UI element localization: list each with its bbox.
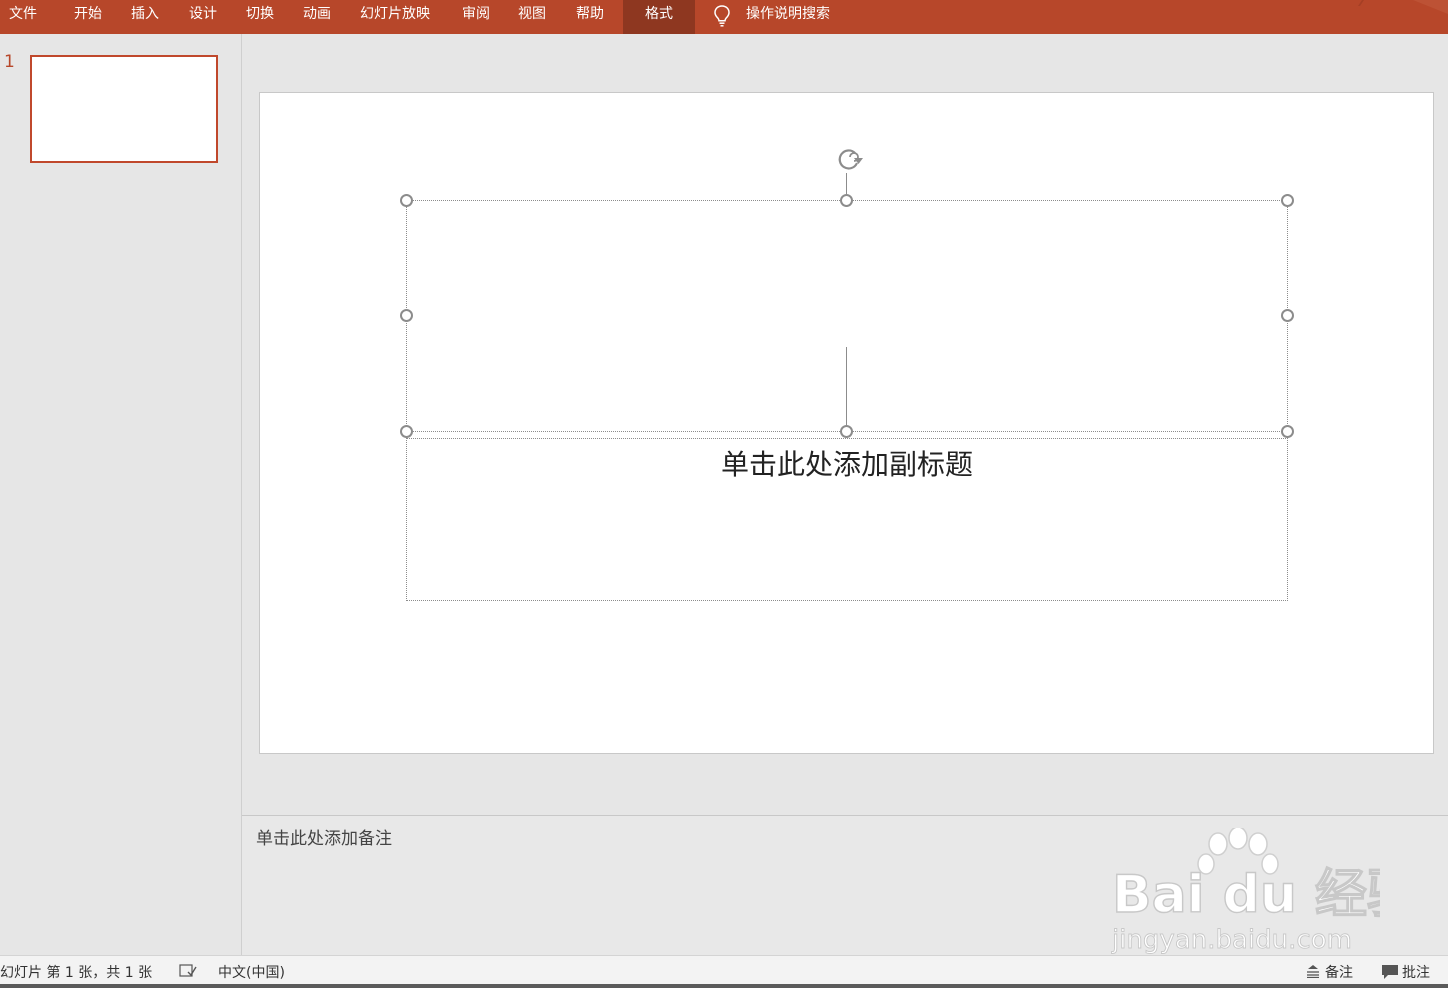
ribbon-tab-bar: 文件 开始 插入 设计 切换 动画 幻灯片放映 审阅 视图 帮助 格式 操作说明… [0, 0, 1448, 34]
language-status[interactable]: 中文(中国) [218, 962, 285, 982]
tab-view[interactable]: 视图 [518, 0, 546, 34]
ribbon-corner-decoration [1358, 0, 1448, 14]
notes-toggle-button[interactable]: 备注 [1325, 962, 1353, 982]
slide-editor[interactable]: 单击此处添加副标题 [242, 34, 1448, 814]
tab-format[interactable]: 格式 [623, 0, 695, 34]
watermark-brand: Bai du 经验 [1112, 865, 1380, 925]
slide-thumbnail-pane[interactable]: 1 [0, 34, 242, 955]
tab-transitions[interactable]: 切换 [246, 0, 274, 34]
subtitle-placeholder-text[interactable]: 单击此处添加副标题 [407, 443, 1287, 483]
tell-me-search[interactable]: 操作说明搜索 [746, 0, 830, 34]
rotate-icon[interactable] [833, 145, 867, 173]
slide-canvas[interactable]: 单击此处添加副标题 [259, 92, 1434, 754]
baidu-jingyan-watermark: Bai du 经验 jingyan.baidu.com [1111, 828, 1380, 955]
tab-review[interactable]: 审阅 [462, 0, 490, 34]
resize-handle-bottom[interactable] [840, 425, 853, 438]
tab-animations[interactable]: 动画 [303, 0, 331, 34]
subtitle-placeholder-box[interactable]: 单击此处添加副标题 [406, 438, 1288, 601]
notes-placeholder[interactable]: 单击此处添加备注 [256, 824, 392, 849]
resize-handle-right[interactable] [1281, 309, 1294, 322]
notes-icon[interactable] [1306, 964, 1320, 978]
tab-home[interactable]: 开始 [74, 0, 102, 34]
tab-insert[interactable]: 插入 [131, 0, 159, 34]
thumbnail-number: 1 [4, 52, 15, 72]
resize-handle-top-left[interactable] [400, 194, 413, 207]
watermark-url: jingyan.baidu.com [1111, 925, 1352, 955]
comment-icon[interactable] [1381, 964, 1399, 980]
resize-handle-bottom-right[interactable] [1281, 425, 1294, 438]
spellcheck-icon[interactable] [179, 963, 197, 979]
tab-help[interactable]: 帮助 [576, 0, 604, 34]
slide-count-status: 幻灯片 第 1 张，共 1 张 [0, 965, 153, 981]
text-cursor [846, 347, 847, 429]
taskbar-edge [0, 984, 1448, 988]
resize-handle-left[interactable] [400, 309, 413, 322]
status-bar: 幻灯片 第 1 张，共 1 张 中文(中国) 备注 批注 [0, 955, 1448, 988]
slide-thumbnail[interactable] [30, 55, 218, 163]
tab-file[interactable]: 文件 [9, 0, 37, 34]
tab-design[interactable]: 设计 [189, 0, 217, 34]
lightbulb-icon[interactable] [712, 4, 732, 28]
resize-handle-top-right[interactable] [1281, 194, 1294, 207]
resize-handle-top[interactable] [840, 194, 853, 207]
tab-slideshow[interactable]: 幻灯片放映 [360, 0, 430, 34]
comments-toggle-button[interactable]: 批注 [1402, 962, 1430, 982]
title-placeholder-box[interactable] [406, 200, 1288, 432]
resize-handle-bottom-left[interactable] [400, 425, 413, 438]
